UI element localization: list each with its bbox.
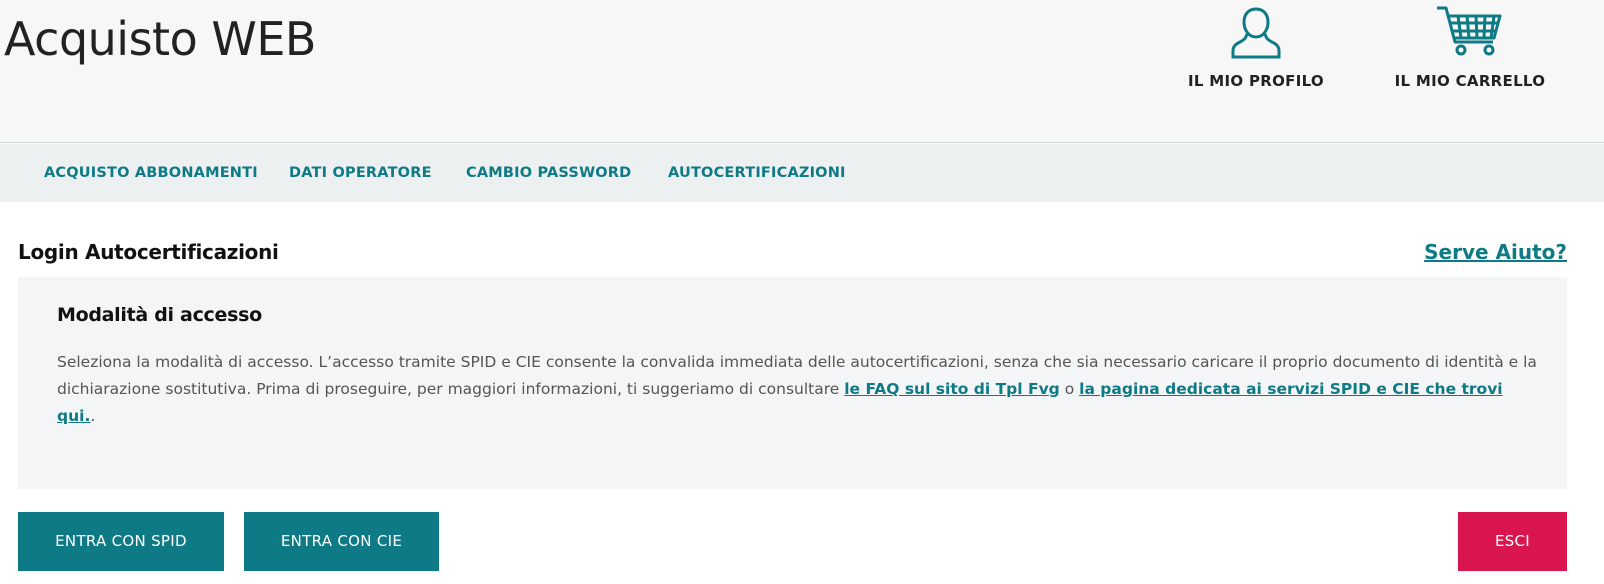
nav-item-cambio-password[interactable]: CAMBIO PASSWORD [466, 144, 631, 202]
page-title: Login Autocertificazioni [18, 240, 279, 264]
my-profile-link[interactable]: IL MIO PROFILO [1161, 0, 1351, 100]
panel-title: Modalità di accesso [57, 304, 262, 326]
login-cie-button[interactable]: ENTRA CON CIE [244, 512, 439, 571]
nav-item-dati-operatore[interactable]: DATI OPERATORE [289, 144, 432, 202]
main-nav: ACQUISTO ABBONAMENTI DATI OPERATORE CAMB… [0, 144, 1604, 202]
header: Acquisto WEB IL MIO PROFILO IL MIO CARRE… [0, 0, 1604, 143]
app-title: Acquisto WEB [4, 12, 316, 66]
my-profile-label: IL MIO PROFILO [1188, 72, 1324, 90]
logout-button[interactable]: ESCI [1458, 512, 1567, 571]
my-cart-label: IL MIO CARRELLO [1394, 72, 1546, 90]
my-cart-link[interactable]: IL MIO CARRELLO [1375, 0, 1565, 100]
access-mode-panel: Modalità di accesso Seleziona la modalit… [18, 277, 1567, 489]
nav-item-acquisto-abbonamenti[interactable]: ACQUISTO ABBONAMENTI [44, 144, 258, 202]
description-connector: o [1059, 380, 1080, 398]
login-spid-button[interactable]: ENTRA CON SPID [18, 512, 224, 571]
help-link[interactable]: Serve Aiuto? [1424, 240, 1567, 264]
faq-link[interactable]: le FAQ sul sito di Tpl Fvg [844, 380, 1060, 398]
nav-item-autocertificazioni[interactable]: AUTOCERTIFICAZIONI [668, 144, 846, 202]
cart-icon [1437, 6, 1502, 56]
user-icon [1231, 7, 1281, 59]
panel-description: Seleziona la modalità di accesso. L’acce… [57, 349, 1537, 430]
description-end: . [90, 407, 96, 425]
